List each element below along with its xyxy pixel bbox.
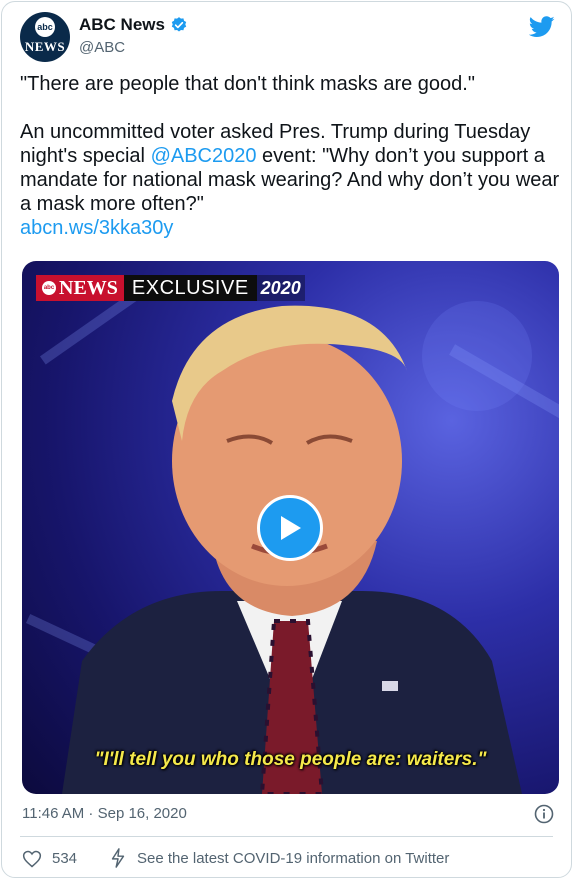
play-button[interactable] bbox=[257, 495, 323, 561]
banner-news-label: NEWS bbox=[59, 276, 118, 299]
banner-abc-logo: abc bbox=[42, 281, 56, 295]
name-row: ABC News bbox=[79, 15, 188, 35]
mention-link[interactable]: @ABC2020 bbox=[151, 145, 257, 167]
video-caption: "I'll tell you who those people are: wai… bbox=[94, 749, 487, 770]
like-count[interactable]: 534 bbox=[52, 850, 77, 867]
news-logo-text: NEWS bbox=[24, 39, 66, 54]
twitter-bird-icon[interactable] bbox=[529, 16, 555, 38]
article-link[interactable]: abcn.ws/3kka30y bbox=[20, 217, 173, 239]
lightning-icon bbox=[111, 848, 125, 868]
handle[interactable]: @ABC bbox=[79, 39, 125, 56]
display-name[interactable]: ABC News bbox=[79, 15, 165, 35]
abc-logo: abc bbox=[35, 17, 55, 37]
divider bbox=[20, 836, 553, 837]
banner-news-logo: abc NEWS bbox=[36, 275, 124, 301]
info-icon[interactable] bbox=[534, 804, 554, 824]
tweet-body: An uncommitted voter asked Pres. Trump d… bbox=[20, 120, 565, 216]
avatar[interactable]: abc NEWS bbox=[20, 12, 70, 62]
verified-badge-icon bbox=[171, 17, 187, 32]
tweet-text: "There are people that don't think masks… bbox=[20, 72, 565, 240]
banner-exclusive: EXCLUSIVE bbox=[123, 275, 257, 301]
news-banner: abc NEWS EXCLUSIVE 2020 bbox=[36, 275, 305, 301]
heart-icon[interactable] bbox=[22, 849, 42, 869]
covid-info-link[interactable]: See the latest COVID-19 information on T… bbox=[137, 850, 449, 867]
timestamp[interactable]: 11:46 AM · Sep 16, 2020 bbox=[22, 805, 187, 822]
video-player[interactable]: abc NEWS EXCLUSIVE 2020 "I'll tell you w… bbox=[22, 261, 559, 794]
tweet-card: abc NEWS ABC News @ABC "There are people… bbox=[1, 1, 572, 878]
banner-2020: 2020 bbox=[256, 275, 305, 301]
play-icon bbox=[281, 516, 301, 540]
tweet-quote: "There are people that don't think masks… bbox=[20, 73, 475, 95]
